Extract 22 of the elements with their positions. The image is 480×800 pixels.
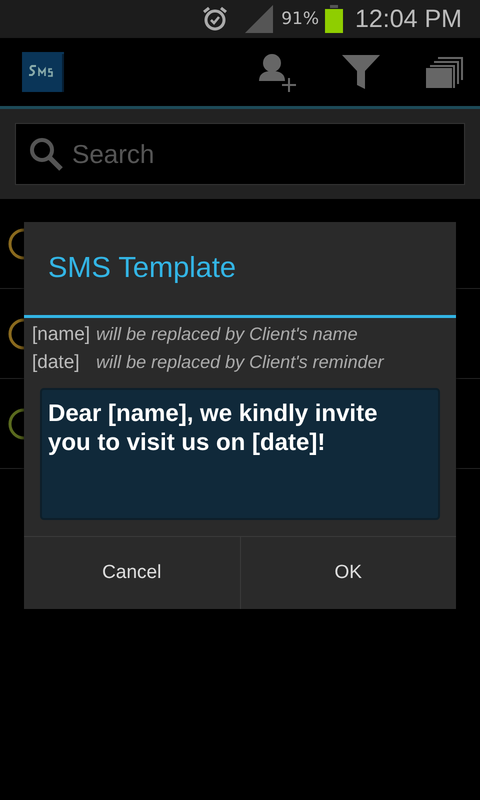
placeholder-token: [name] [32,324,90,346]
battery-icon [324,5,343,33]
add-person-icon[interactable] [256,51,298,93]
token-description: will be replaced by Client's name [96,324,359,346]
search-field[interactable]: Search [15,123,465,185]
filter-icon[interactable] [342,55,380,89]
cancel-button[interactable]: Cancel [24,537,240,609]
search-icon [29,137,63,171]
clock-time: 12:04 PM [354,4,462,34]
placeholder-token: [date] [32,352,81,374]
app-logo-icon[interactable] [22,52,64,92]
alarm-icon [201,6,230,32]
dialog-title: SMS Template [24,222,456,318]
status-ring-icon [8,408,24,440]
signal-icon [245,5,276,33]
status-ring-icon [8,228,24,260]
sms-stack-icon[interactable] [426,56,464,88]
token-description: will be replaced by Client's reminder [96,352,386,374]
template-field[interactable]: Dear [name], we kindly invite you to visit us on [date]! [40,388,440,520]
battery-percent: 91% [281,9,319,29]
status-ring-icon [8,318,24,350]
ok-button[interactable]: OK [240,537,456,609]
